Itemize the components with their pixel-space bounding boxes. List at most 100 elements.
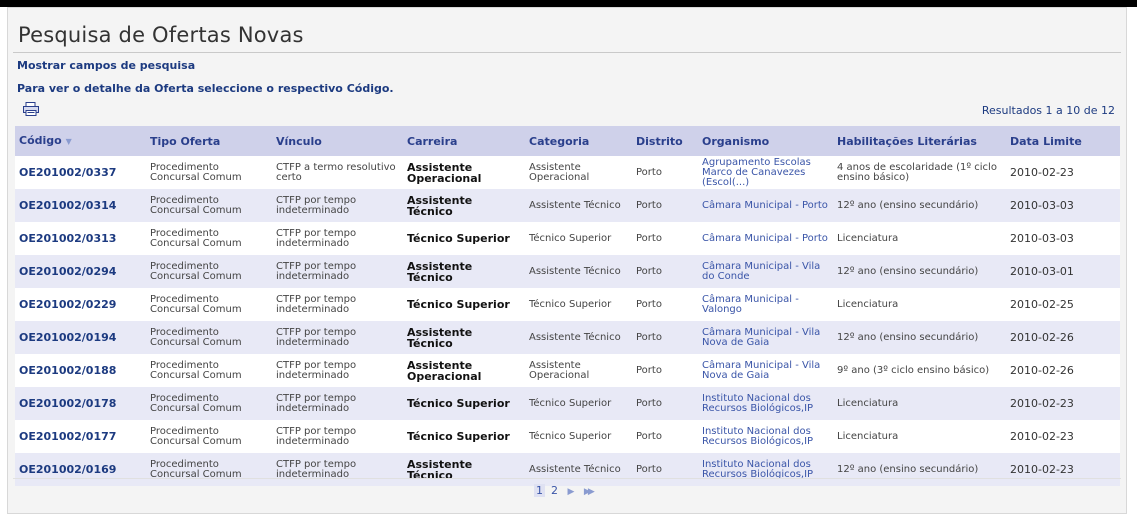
col-header-organismo[interactable]: Organismo <box>698 126 833 156</box>
offers-table: Código ▼ Tipo Oferta Vínculo Carreira Ca… <box>15 126 1120 486</box>
cell-habilitacoes: Licenciatura <box>833 387 1006 420</box>
cell-vinculo: CTFP a termo resolutivo certo <box>272 156 403 189</box>
cell-data-limite: 2010-02-23 <box>1006 453 1120 486</box>
cell-carreira: Técnico Superior <box>403 222 525 255</box>
cell-organismo[interactable]: Instituto Nacional dos Recursos Biológic… <box>698 453 833 486</box>
cell-codigo[interactable]: OE201002/0177 <box>15 420 146 453</box>
cell-habilitacoes: 12º ano (ensino secundário) <box>833 453 1006 486</box>
print-icon[interactable] <box>23 101 39 116</box>
cell-categoria: Técnico Superior <box>525 288 632 321</box>
cell-codigo[interactable]: OE201002/0314 <box>15 189 146 222</box>
pagination: 12 ▶ ▶▶ <box>534 484 598 497</box>
cell-codigo[interactable]: OE201002/0313 <box>15 222 146 255</box>
cell-categoria: Assistente Operacional <box>525 156 632 189</box>
col-header-data-limite[interactable]: Data Limite <box>1006 126 1120 156</box>
cell-distrito: Porto <box>632 288 698 321</box>
cell-organismo[interactable]: Câmara Municipal - Porto <box>698 189 833 222</box>
col-header-vinculo[interactable]: Vínculo <box>272 126 403 156</box>
next-page-icon[interactable]: ▶ <box>568 487 575 497</box>
cell-organismo[interactable]: Câmara Municipal - Vila do Conde <box>698 255 833 288</box>
page-title: Pesquisa de Ofertas Novas <box>18 23 304 47</box>
instruction-text: Para ver o detalhe da Oferta seleccione … <box>17 82 394 95</box>
cell-categoria: Assistente Técnico <box>525 453 632 486</box>
cell-tipo-oferta: Procedimento Concursal Comum <box>146 222 272 255</box>
col-header-tipo-oferta[interactable]: Tipo Oferta <box>146 126 272 156</box>
cell-distrito: Porto <box>632 321 698 354</box>
page-1-link[interactable]: 1 <box>534 484 545 497</box>
cell-categoria: Assistente Operacional <box>525 354 632 387</box>
col-header-distrito[interactable]: Distrito <box>632 126 698 156</box>
cell-codigo[interactable]: OE201002/0188 <box>15 354 146 387</box>
cell-organismo[interactable]: Instituto Nacional dos Recursos Biológic… <box>698 420 833 453</box>
cell-data-limite: 2010-03-01 <box>1006 255 1120 288</box>
cell-habilitacoes: Licenciatura <box>833 288 1006 321</box>
cell-carreira: Assistente Operacional <box>403 354 525 387</box>
col-header-habilitacoes[interactable]: Habilitações Literárias <box>833 126 1006 156</box>
table-row: OE201002/0194 Procedimento Concursal Comu… <box>15 321 1120 354</box>
show-search-fields-link[interactable]: Mostrar campos de pesquisa <box>17 59 195 72</box>
table-row: OE201002/0229 Procedimento Concursal Comu… <box>15 288 1120 321</box>
cell-categoria: Técnico Superior <box>525 387 632 420</box>
cell-vinculo: CTFP por tempo indeterminado <box>272 420 403 453</box>
cell-codigo[interactable]: OE201002/0294 <box>15 255 146 288</box>
cell-carreira: Assistente Técnico <box>403 255 525 288</box>
cell-organismo[interactable]: Instituto Nacional dos Recursos Biológic… <box>698 387 833 420</box>
cell-carreira: Técnico Superior <box>403 288 525 321</box>
cell-vinculo: CTFP por tempo indeterminado <box>272 321 403 354</box>
cell-tipo-oferta: Procedimento Concursal Comum <box>146 255 272 288</box>
cell-tipo-oferta: Procedimento Concursal Comum <box>146 420 272 453</box>
cell-habilitacoes: 12º ano (ensino secundário) <box>833 255 1006 288</box>
cell-distrito: Porto <box>632 222 698 255</box>
cell-carreira: Técnico Superior <box>403 420 525 453</box>
cell-data-limite: 2010-02-23 <box>1006 420 1120 453</box>
cell-organismo[interactable]: Câmara Municipal - Valongo <box>698 288 833 321</box>
cell-data-limite: 2010-02-23 <box>1006 156 1120 189</box>
col-header-carreira[interactable]: Carreira <box>403 126 525 156</box>
cell-categoria: Assistente Técnico <box>525 321 632 354</box>
cell-codigo[interactable]: OE201002/0178 <box>15 387 146 420</box>
cell-categoria: Técnico Superior <box>525 420 632 453</box>
table-row: OE201002/0314 Procedimento Concursal Comu… <box>15 189 1120 222</box>
cell-data-limite: 2010-03-03 <box>1006 222 1120 255</box>
cell-categoria: Assistente Técnico <box>525 189 632 222</box>
cell-habilitacoes: Licenciatura <box>833 420 1006 453</box>
cell-codigo[interactable]: OE201002/0169 <box>15 453 146 486</box>
cell-tipo-oferta: Procedimento Concursal Comum <box>146 321 272 354</box>
cell-organismo[interactable]: Agrupamento Escolas Marco de Canavezes (… <box>698 156 833 189</box>
col-header-categoria[interactable]: Categoria <box>525 126 632 156</box>
cell-data-limite: 2010-02-26 <box>1006 321 1120 354</box>
cell-vinculo: CTFP por tempo indeterminado <box>272 453 403 486</box>
cell-distrito: Porto <box>632 354 698 387</box>
cell-tipo-oferta: Procedimento Concursal Comum <box>146 453 272 486</box>
cell-organismo[interactable]: Câmara Municipal - Vila Nova de Gaia <box>698 321 833 354</box>
cell-distrito: Porto <box>632 156 698 189</box>
table-row: OE201002/0313 Procedimento Concursal Comu… <box>15 222 1120 255</box>
cell-data-limite: 2010-02-26 <box>1006 354 1120 387</box>
cell-distrito: Porto <box>632 387 698 420</box>
cell-codigo[interactable]: OE201002/0337 <box>15 156 146 189</box>
cell-distrito: Porto <box>632 420 698 453</box>
cell-organismo[interactable]: Câmara Municipal - Vila Nova de Gaia <box>698 354 833 387</box>
cell-distrito: Porto <box>632 453 698 486</box>
page-2-link[interactable]: 2 <box>551 484 558 497</box>
cell-organismo[interactable]: Câmara Municipal - Porto <box>698 222 833 255</box>
cell-habilitacoes: 12º ano (ensino secundário) <box>833 321 1006 354</box>
cell-codigo[interactable]: OE201002/0229 <box>15 288 146 321</box>
cell-carreira: Assistente Operacional <box>403 156 525 189</box>
table-header-row: Código ▼ Tipo Oferta Vínculo Carreira Ca… <box>15 126 1120 156</box>
cell-habilitacoes: 9º ano (3º ciclo ensino básico) <box>833 354 1006 387</box>
col-header-codigo[interactable]: Código ▼ <box>15 126 146 156</box>
cell-categoria: Assistente Técnico <box>525 255 632 288</box>
cell-tipo-oferta: Procedimento Concursal Comum <box>146 354 272 387</box>
cell-carreira: Técnico Superior <box>403 387 525 420</box>
table-row: OE201002/0177 Procedimento Concursal Comu… <box>15 420 1120 453</box>
cell-tipo-oferta: Procedimento Concursal Comum <box>146 156 272 189</box>
cell-distrito: Porto <box>632 255 698 288</box>
cell-data-limite: 2010-03-03 <box>1006 189 1120 222</box>
cell-data-limite: 2010-02-23 <box>1006 387 1120 420</box>
cell-vinculo: CTFP por tempo indeterminado <box>272 387 403 420</box>
cell-codigo[interactable]: OE201002/0194 <box>15 321 146 354</box>
last-page-icon[interactable]: ▶▶ <box>584 487 595 497</box>
cell-habilitacoes: Licenciatura <box>833 222 1006 255</box>
pager-divider <box>13 478 1121 479</box>
